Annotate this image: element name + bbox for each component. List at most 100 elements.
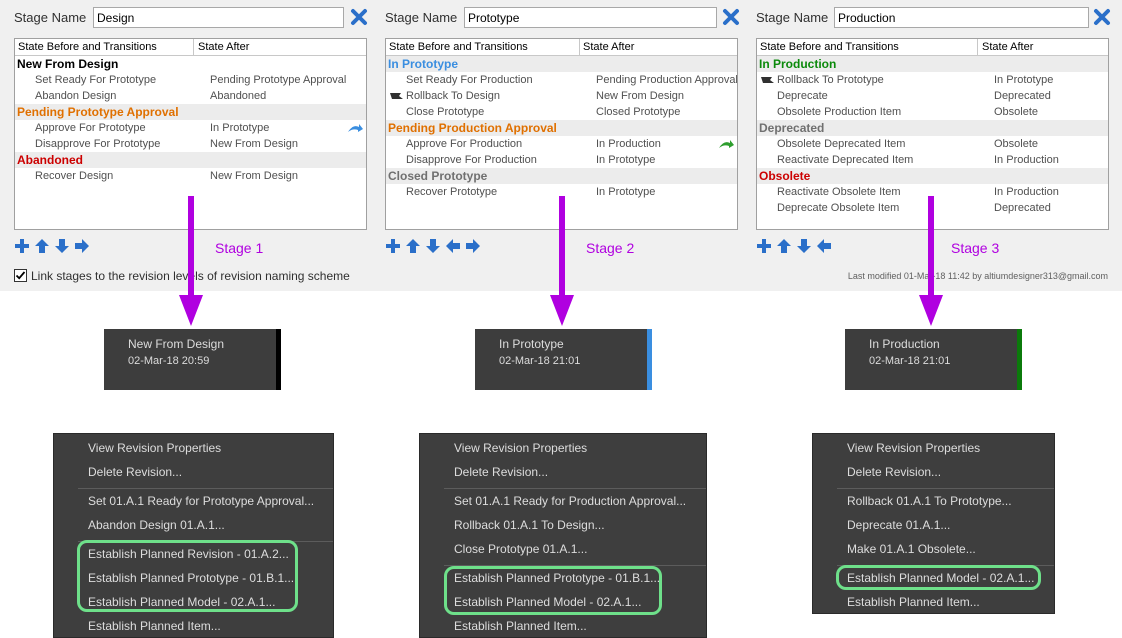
forward-transition-icon [347,121,363,135]
stage-name-input[interactable]: Production [834,7,1089,28]
menu-item[interactable]: Establish Planned Item... [454,619,587,633]
transition-name: Abandon Design [35,90,117,102]
menu-item[interactable]: Delete Revision... [88,465,182,479]
table-header: State Before and Transitions State After [386,39,737,56]
target-state: In Prototype [596,154,656,166]
transition-name: Set Ready For Production [406,74,533,86]
lifecycle-stages-illustration: Stage Name Design State Before and Trans… [0,0,1122,638]
revision-tile[interactable]: In Prototype 02-Mar-18 21:01 [475,329,652,390]
column-header-after: State After [198,41,250,53]
table-header: State Before and Transitions State After [757,39,1108,56]
revision-state: In Production [869,337,940,351]
transition-name: Disapprove For Production [406,154,537,166]
state-group-row[interactable]: Deprecated [757,120,1108,136]
menu-item[interactable]: Make 01.A.1 Obsolete... [847,542,976,556]
stage-name-input[interactable]: Prototype [464,7,717,28]
transition-row[interactable]: Abandon Design Abandoned [15,88,366,104]
stage-toolbar [14,238,114,254]
menu-item[interactable]: Establish Planned Item... [88,619,221,633]
menu-item[interactable]: View Revision Properties [88,441,221,455]
highlight-frame [77,540,298,612]
stage-annotation: Stage 3 [951,240,1000,256]
table-body: New From Design Set Ready For Prototype Pe… [15,56,366,184]
state-group-row[interactable]: Obsolete [757,168,1108,184]
remove-stage-icon[interactable] [350,8,368,26]
transition-row[interactable]: Rollback To Prototype In Prototype [757,72,1108,88]
down-arrow-icon [550,196,574,326]
transition-name: Deprecate [777,90,828,102]
transition-row[interactable]: Disapprove For Prototype New From Design [15,136,366,152]
target-state: In Prototype [596,186,656,198]
menu-item[interactable]: Deprecate 01.A.1... [847,518,950,532]
menu-item[interactable]: Rollback 01.A.1 To Design... [454,518,605,532]
state-group-row[interactable]: Pending Prototype Approval [15,104,366,120]
revision-date: 02-Mar-18 21:01 [869,355,951,367]
target-state: Deprecated [994,202,1051,214]
menu-item[interactable]: Delete Revision... [454,465,548,479]
transition-row[interactable]: Rollback To Design New From Design [386,88,737,104]
table-body: In Prototype Set Ready For Production Pend… [386,56,737,200]
column-header-before: State Before and Transitions [18,41,157,53]
remove-stage-icon[interactable] [722,8,740,26]
state-name: In Prototype [388,57,459,71]
state-group-row[interactable]: New From Design [15,56,366,72]
stage-name-input[interactable]: Design [93,7,344,28]
menu-item[interactable]: Abandon Design 01.A.1... [88,518,225,532]
transition-name: Approve For Production [406,138,523,150]
menu-item[interactable]: Set 01.A.1 Ready for Prototype Approval.… [88,494,314,508]
transition-row[interactable]: Approve For Production In Production [386,136,737,152]
transition-row[interactable]: Recover Design New From Design [15,168,366,184]
target-state: Obsolete [994,138,1039,150]
column-divider [193,39,194,55]
state-name: New From Design [17,57,119,71]
transition-row[interactable]: Set Ready For Production Pending Producti… [386,72,737,88]
target-state: In Production [994,154,1059,166]
state-group-row[interactable]: Pending Production Approval [386,120,737,136]
menu-item[interactable]: Close Prototype 01.A.1... [454,542,587,556]
transition-row[interactable]: Disapprove For Production In Prototype [386,152,737,168]
transition-name: Deprecate Obsolete Item [777,202,900,214]
transition-row[interactable]: Obsolete Production Item Obsolete [757,104,1108,120]
remove-stage-icon[interactable] [1093,8,1111,26]
state-name: Closed Prototype [388,169,488,183]
transition-row[interactable]: Reactivate Deprecated Item In Production [757,152,1108,168]
stage-color-bar [647,329,652,390]
stage-annotation: Stage 1 [215,240,264,256]
down-arrow-icon [179,196,203,326]
column-header-before: State Before and Transitions [760,41,899,53]
state-group-row[interactable]: Abandoned [15,152,366,168]
stage-toolbar [756,238,846,254]
target-state: In Prototype [994,74,1054,86]
target-state: In Prototype [210,122,270,134]
target-state: In Production [994,186,1059,198]
state-group-row[interactable]: In Production [757,56,1108,72]
transition-name: Approve For Prototype [35,122,146,134]
transition-name: Obsolete Production Item [777,106,902,118]
transition-name: Close Prototype [406,106,485,118]
stage-name-label: Stage Name [385,10,458,25]
transition-name: Disapprove For Prototype [35,138,161,150]
transition-row[interactable]: Close Prototype Closed Prototype [386,104,737,120]
menu-separator [444,488,706,489]
transition-row[interactable]: Approve For Prototype In Prototype [15,120,366,136]
state-name: Abandoned [17,153,83,167]
menu-item[interactable]: Establish Planned Item... [847,595,980,609]
state-group-row[interactable]: Closed Prototype [386,168,737,184]
menu-item[interactable]: Set 01.A.1 Ready for Production Approval… [454,494,686,508]
revision-tile[interactable]: New From Design 02-Mar-18 20:59 [104,329,281,390]
menu-item[interactable]: Delete Revision... [847,465,941,479]
menu-item[interactable]: View Revision Properties [847,441,980,455]
menu-item[interactable]: View Revision Properties [454,441,587,455]
revision-tile[interactable]: In Production 02-Mar-18 21:01 [845,329,1022,390]
transition-row[interactable]: Set Ready For Prototype Pending Prototype… [15,72,366,88]
rollback-flag-icon [389,89,405,103]
transition-row[interactable]: Deprecate Deprecated [757,88,1108,104]
transition-row[interactable]: Obsolete Deprecated Item Obsolete [757,136,1108,152]
state-group-row[interactable]: In Prototype [386,56,737,72]
stage-color-bar [276,329,281,390]
link-stages-checkbox[interactable] [14,269,27,282]
menu-item[interactable]: Rollback 01.A.1 To Prototype... [847,494,1012,508]
transition-name: Recover Design [35,170,114,182]
revision-state: In Prototype [499,337,564,351]
menu-separator [837,488,1054,489]
